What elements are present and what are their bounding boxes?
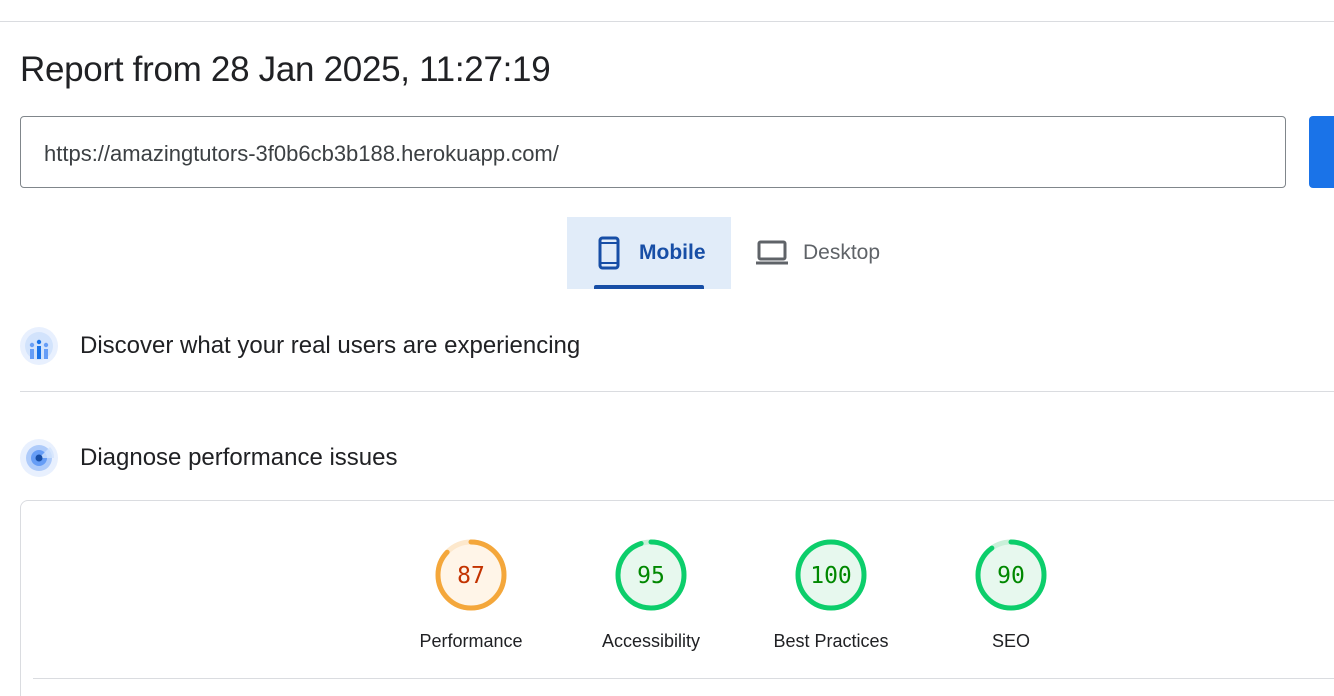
report-title: Report from 28 Jan 2025, 11:27:19 [20,50,551,89]
tab-mobile-label: Mobile [639,241,706,264]
selected-tab-indicator [594,285,704,289]
top-divider [0,21,1334,22]
score-gauge-accessibility[interactable]: 95 Accessibility [581,537,721,652]
score-gauge-seo[interactable]: 90 SEO [941,537,1081,652]
score-gauge-performance[interactable]: 87 Performance [401,537,541,652]
lighthouse-radar-icon [20,439,58,477]
diagnose-section-header: Diagnose performance issues [20,439,1334,477]
score-value-accessibility: 95 [637,563,665,589]
url-input[interactable]: https://amazingtutors-3f0b6cb3b188.herok… [20,116,1286,188]
crux-section-header: Discover what your real users are experi… [20,327,1334,365]
score-label-best-practices: Best Practices [773,631,889,651]
tab-mobile[interactable]: Mobile [567,217,731,289]
url-input-value[interactable]: https://amazingtutors-3f0b6cb3b188.herok… [44,141,559,167]
score-value-best-practices: 100 [810,563,852,589]
score-label-seo: SEO [991,631,1030,651]
scores-divider [33,678,1334,679]
score-gauge-best-practices[interactable]: 100 Best Practices [761,537,901,652]
score-label-performance: Performance [419,631,523,651]
score-label-accessibility: Accessibility [601,631,701,651]
lighthouse-scores-card: 87 Performance 95 Accessibility 100 Best… [20,500,1334,696]
tab-desktop[interactable]: Desktop [745,217,905,289]
score-value-seo: 90 [997,563,1025,589]
score-value-performance: 87 [457,563,485,589]
tab-desktop-label: Desktop [803,241,881,264]
laptop-icon [755,240,789,266]
users-chart-icon [20,327,58,365]
diagnose-section-title: Diagnose performance issues [80,444,398,471]
analyze-button[interactable] [1309,116,1334,188]
smartphone-icon [595,236,623,270]
crux-section-title: Discover what your real users are experi… [80,332,581,359]
section-divider [20,391,1334,392]
